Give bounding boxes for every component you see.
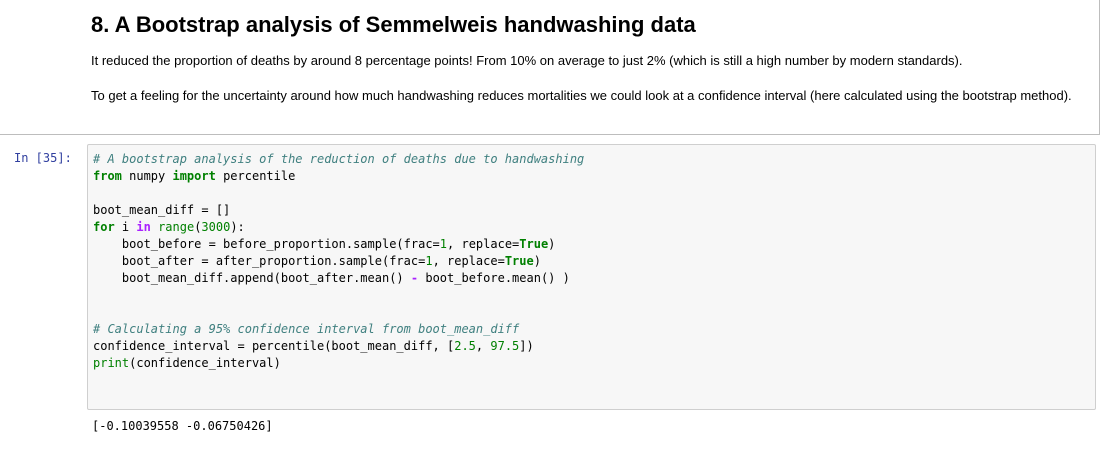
code-token: numpy — [121, 169, 173, 183]
code-token: percentile — [215, 169, 296, 183]
code-keyword: True — [519, 237, 549, 251]
code-comment: # Calculating a 95% confidence interval … — [93, 322, 520, 336]
code-number: 1 — [439, 237, 448, 251]
code-token: boot_mean_diff.append(boot_after.mean() — [93, 271, 411, 285]
code-token: ): — [230, 220, 245, 234]
cell-output: [-0.10039558 -0.06750426] — [92, 419, 273, 433]
markdown-paragraph-1: It reduced the proportion of deaths by a… — [91, 53, 963, 68]
code-number: 1 — [425, 254, 433, 268]
section-heading: 8. A Bootstrap analysis of Semmelweis ha… — [91, 12, 696, 37]
code-comment: # A bootstrap analysis of the reduction … — [93, 152, 585, 166]
code-token: , replace= — [447, 237, 520, 251]
code-keyword: True — [504, 254, 534, 268]
code-token: boot_before.mean() ) — [418, 271, 570, 285]
code-keyword: import — [172, 169, 216, 183]
code-token: , replace= — [432, 254, 505, 268]
code-keyword: from — [93, 169, 122, 183]
code-builtin: range — [158, 220, 195, 234]
code-token: boot_after = after_proportion.sample(fra… — [93, 254, 426, 268]
code-keyword: in — [136, 220, 151, 234]
code-token: confidence_interval = percentile(boot_me… — [93, 339, 455, 353]
code-token: (confidence_interval) — [129, 356, 281, 370]
code-editor[interactable]: # A bootstrap analysis of the reduction … — [87, 144, 1096, 410]
code-text[interactable]: # A bootstrap analysis of the reduction … — [93, 151, 584, 372]
code-token: i — [114, 220, 137, 234]
code-token: ) — [548, 237, 556, 251]
code-token: boot_mean_diff = [] — [93, 203, 231, 217]
code-token: ) — [533, 254, 541, 268]
markdown-cell[interactable]: 8. A Bootstrap analysis of Semmelweis ha… — [0, 0, 1100, 135]
code-token: ]) — [519, 339, 534, 353]
code-token: boot_before = before_proportion.sample(f… — [93, 237, 440, 251]
code-number: 97.5 — [490, 339, 520, 353]
code-builtin: print — [93, 356, 130, 370]
code-number: 3000 — [201, 220, 231, 234]
code-number: 2.5 — [454, 339, 476, 353]
code-keyword: for — [93, 220, 115, 234]
markdown-paragraph-2: To get a feeling for the uncertainty aro… — [91, 88, 1072, 103]
code-token: , — [475, 339, 491, 353]
input-prompt: In [35]: — [14, 151, 72, 165]
